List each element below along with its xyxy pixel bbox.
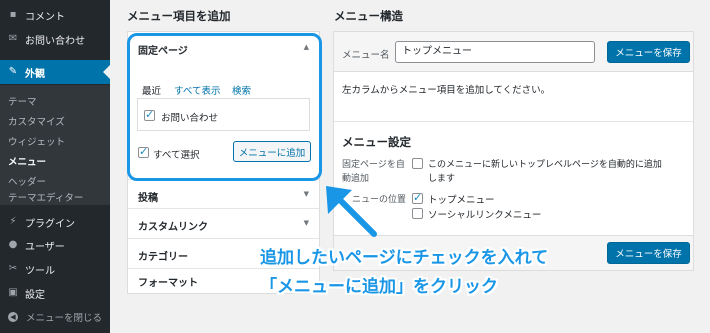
expand-down-icon[interactable]: ▼	[304, 219, 309, 227]
sidebar-item-appearance[interactable]: ✎ 外観	[0, 60, 110, 84]
expand-down-icon[interactable]: ▼	[304, 190, 309, 198]
auto-add-checkbox[interactable]	[412, 158, 423, 169]
save-menu-button-bottom[interactable]: メニューを保存	[607, 242, 690, 264]
submenu-item-customize[interactable]: カスタマイズ	[8, 114, 65, 128]
collapse-menu-button[interactable]: ◀ メニューを閉じる	[0, 307, 110, 327]
menu-settings-heading: メニュー設定	[342, 135, 411, 149]
add-items-heading: メニュー項目を追加	[127, 9, 231, 23]
comment-icon: ▪	[9, 9, 17, 20]
sidebar-item-comments[interactable]: ▪ コメント	[0, 7, 110, 23]
annotation-line-2: 「メニューに追加」をクリック	[260, 277, 498, 297]
sidebar-item-tools[interactable]: ✂ ツール	[0, 261, 110, 277]
sidebar-item-contact[interactable]: ✉ お問い合わせ	[0, 31, 110, 47]
accordion-title-categories[interactable]: カテゴリー	[138, 248, 188, 263]
accordion-section-custom-links[interactable]: カスタムリンク ▼	[128, 209, 319, 239]
auto-add-label: 固定ページを自	[342, 160, 405, 170]
user-icon: ●	[8, 239, 18, 250]
sidebar-item-plugins[interactable]: ⚡ プラグイン	[0, 214, 110, 230]
save-menu-button[interactable]: メニューを保存	[607, 41, 690, 63]
menu-name-input[interactable]: トップメニュー	[395, 41, 595, 63]
collapse-arrow-icon: ◀	[8, 312, 18, 322]
menu-structure-heading: メニュー構造	[334, 9, 403, 23]
sidebar-item-label: ツール	[25, 265, 55, 277]
paintbrush-icon: ✎	[8, 66, 18, 77]
location-top-checkbox[interactable]	[412, 191, 423, 204]
submenu-item-menus[interactable]: メニュー	[8, 154, 46, 168]
menu-name-label: メニュー名	[342, 50, 390, 61]
submenu-item-widgets[interactable]: ウィジェット	[8, 134, 65, 148]
sidebar-item-users[interactable]: ● ユーザー	[0, 237, 110, 253]
accordion-section-posts[interactable]: 投稿 ▼	[128, 179, 319, 209]
auto-add-label-2: 動追加	[342, 174, 370, 184]
mail-icon: ✉	[8, 33, 18, 44]
collapse-menu-label: メニューを閉じる	[26, 313, 103, 324]
admin-sidebar: ▪ コメント ✉ お問い合わせ ✎ 外観 テーマ カスタマイズ ウィジェット メ…	[0, 0, 110, 333]
accordion-title-posts[interactable]: 投稿	[138, 189, 158, 204]
submenu-item-themes[interactable]: テーマ	[8, 94, 37, 108]
sidebar-item-label: お問い合わせ	[25, 35, 85, 47]
menu-structure-panel	[333, 31, 694, 271]
accordion-title-formats[interactable]: フォーマット	[138, 274, 198, 289]
accordion-title-custom-links[interactable]: カスタムリンク	[138, 218, 208, 233]
location-social-checkbox[interactable]	[412, 208, 423, 219]
sidebar-item-label: プラグイン	[25, 218, 75, 230]
sidebar-item-label: コメント	[25, 11, 65, 23]
settings-icon: ▣	[8, 287, 18, 298]
menu-hint-text: 左カラムからメニュー項目を追加してください。	[342, 85, 551, 96]
wrench-icon: ✂	[8, 263, 18, 274]
appearance-submenu: テーマ カスタマイズ ウィジェット メニュー ヘッダー テーマエディター	[0, 85, 110, 205]
auto-add-option: このメニューに新しいトップレベルページを自動的に追加	[428, 160, 662, 170]
submenu-item-theme-editor[interactable]: テーマエディター	[8, 190, 83, 204]
sidebar-item-settings[interactable]: ▣ 設定	[0, 285, 110, 301]
sidebar-item-label: 設定	[25, 289, 45, 301]
submenu-item-header[interactable]: ヘッダー	[8, 174, 46, 188]
plugin-icon: ⚡	[9, 216, 17, 227]
annotation-line-1: 追加したいページにチェックを入れて	[260, 248, 549, 268]
sidebar-item-label: 外観	[25, 68, 45, 80]
highlight-frame	[127, 33, 322, 181]
divider	[334, 121, 693, 122]
location-social-label: ソーシャルリンクメニュー	[428, 210, 542, 221]
sidebar-item-label: ユーザー	[25, 241, 65, 253]
auto-add-option-2: します	[428, 174, 456, 184]
location-top-label: トップメニュー	[428, 195, 495, 206]
annotation-arrow-icon	[326, 186, 377, 237]
